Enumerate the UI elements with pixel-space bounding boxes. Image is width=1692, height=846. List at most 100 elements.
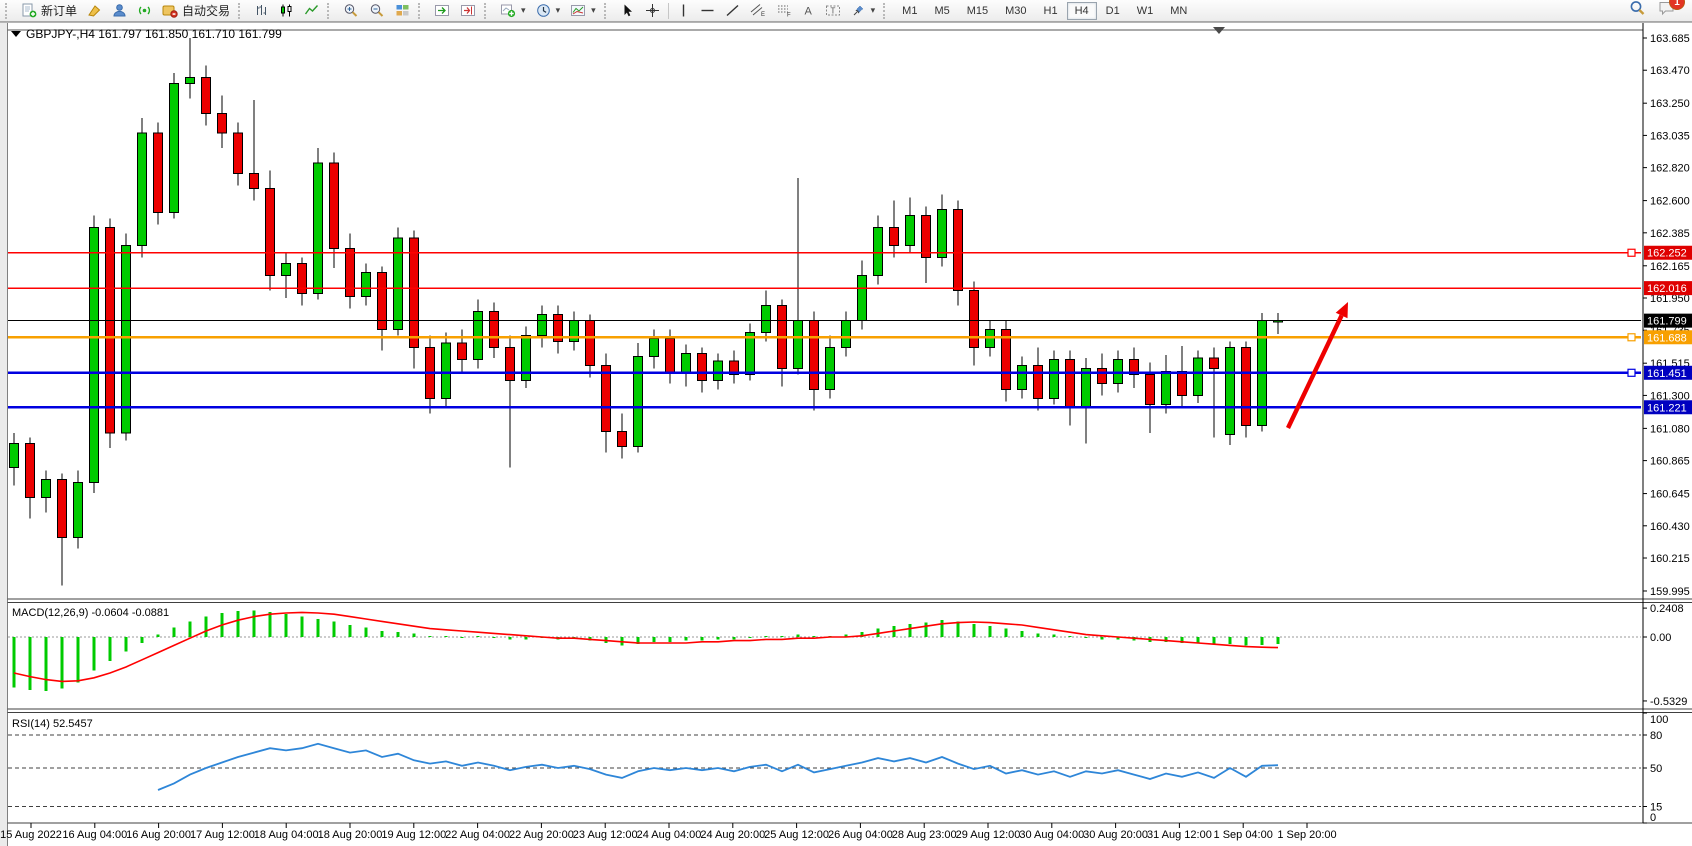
timeframe-button-H1[interactable]: H1 (1036, 2, 1066, 20)
community-button[interactable] (107, 1, 132, 21)
candle (634, 357, 643, 447)
chart-title: GBPJPY-,H4 161.797 161.850 161.710 161.7… (26, 27, 282, 41)
notifications-button[interactable]: 1 (1658, 0, 1676, 21)
timeframe-button-M1[interactable]: M1 (894, 2, 925, 20)
candle (890, 228, 899, 246)
line-handle[interactable] (1628, 334, 1635, 341)
zoom-in-button[interactable] (338, 1, 364, 21)
notification-badge: 1 (1669, 0, 1685, 10)
window-left-edge (0, 22, 7, 846)
fibonacci-icon: F (776, 3, 792, 18)
price-tag-label: 161.799 (1647, 316, 1687, 328)
label-button[interactable]: T (820, 1, 846, 21)
candle (954, 210, 963, 291)
candle (538, 315, 547, 336)
timeframe-button-MN[interactable]: MN (1162, 2, 1195, 20)
timeframe-button-W1[interactable]: W1 (1129, 2, 1162, 20)
candle (122, 246, 131, 433)
line-handle[interactable] (1628, 369, 1635, 376)
marker-button[interactable] (82, 1, 107, 21)
arrows-button[interactable]: ▾ (846, 1, 881, 21)
timeframe-button-M15[interactable]: M15 (959, 2, 996, 20)
price-tag-label: 162.016 (1647, 283, 1687, 295)
candle (938, 210, 947, 258)
candle (906, 216, 915, 246)
signals-button[interactable] (132, 1, 157, 21)
candle (1114, 359, 1123, 383)
templates-button[interactable]: ▾ (565, 1, 601, 21)
candle (842, 321, 851, 348)
candlestick-chart-button[interactable] (274, 1, 299, 21)
candle (106, 228, 115, 433)
candle (746, 333, 755, 375)
time-axis-label: 24 Aug 20:00 (700, 829, 765, 841)
chart-canvas[interactable]: 163.685163.470163.250163.035162.820162.6… (0, 22, 1692, 846)
timeframe-button-H4[interactable]: H4 (1067, 2, 1097, 20)
new-order-button[interactable]: 新订单 (16, 1, 82, 21)
time-axis-label: 1 Sep 04:00 (1214, 829, 1273, 841)
periods-button[interactable]: ▾ (531, 1, 566, 21)
community-icon (112, 3, 127, 18)
auto-scroll-button[interactable] (429, 1, 455, 21)
price-axis-label: 163.685 (1650, 33, 1690, 45)
candle (490, 312, 499, 348)
crosshair-button[interactable] (640, 1, 665, 21)
price-tag-label: 161.451 (1647, 368, 1687, 380)
horizontal-line-button[interactable] (695, 1, 720, 21)
timeframe-button-M5[interactable]: M5 (926, 2, 957, 20)
time-axis-label: 17 Aug 12:00 (190, 829, 255, 841)
line-chart-button[interactable] (299, 1, 324, 21)
time-axis-label: 23 Aug 12:00 (573, 829, 638, 841)
rsi-axis-label: 80 (1650, 730, 1662, 742)
line-handle[interactable] (1628, 249, 1635, 256)
text-button[interactable]: A (797, 1, 820, 21)
candle (138, 133, 147, 245)
search-icon[interactable] (1629, 0, 1646, 21)
time-axis-label: 30 Aug 20:00 (1083, 829, 1148, 841)
zoom-out-button[interactable] (364, 1, 390, 21)
price-tag-label: 162.252 (1647, 248, 1687, 260)
toolbar-separator (668, 3, 669, 19)
toolbar: 新订单 自动交易 (0, 0, 1692, 22)
text-icon: A (802, 3, 815, 18)
cursor-button[interactable] (615, 1, 640, 21)
candle (1066, 359, 1075, 407)
candle (266, 189, 275, 276)
fibonacci-button[interactable]: F (771, 1, 797, 21)
price-axis-label: 162.385 (1650, 228, 1690, 240)
chart-shift-button[interactable] (455, 1, 481, 21)
candle (26, 443, 35, 497)
candle (1050, 359, 1059, 398)
autotrading-label: 自动交易 (182, 2, 230, 19)
candle (458, 343, 467, 360)
zoom-in-icon (343, 3, 359, 18)
bar-chart-button[interactable] (249, 1, 274, 21)
autotrading-button[interactable]: 自动交易 (157, 1, 235, 21)
time-axis-label: 26 Aug 04:00 (828, 829, 893, 841)
auto-scroll-icon (434, 3, 450, 18)
templates-icon (570, 3, 586, 18)
toolbar-grip (5, 3, 12, 19)
channel-button[interactable]: E (745, 1, 771, 21)
candle (810, 321, 819, 390)
price-axis-label: 163.250 (1650, 98, 1690, 110)
vertical-line-button[interactable] (672, 1, 695, 21)
price-axis-label: 162.820 (1650, 163, 1690, 175)
new-order-icon (21, 3, 37, 18)
price-axis-label: 159.995 (1650, 586, 1690, 598)
candle (474, 312, 483, 360)
timeframe-button-D1[interactable]: D1 (1098, 2, 1128, 20)
time-axis-label: 18 Aug 04:00 (254, 829, 319, 841)
zoom-out-icon (369, 3, 385, 18)
tile-windows-button[interactable] (390, 1, 415, 21)
candle (858, 276, 867, 321)
trendline-button[interactable] (720, 1, 745, 21)
candle (1034, 365, 1043, 398)
candle (202, 78, 211, 114)
candle (1082, 368, 1091, 407)
candle (58, 479, 67, 537)
chart-shift-icon (460, 3, 476, 18)
indicators-button[interactable]: ▾ (495, 1, 531, 21)
timeframe-button-M30[interactable]: M30 (997, 2, 1034, 20)
candle (1098, 368, 1107, 383)
